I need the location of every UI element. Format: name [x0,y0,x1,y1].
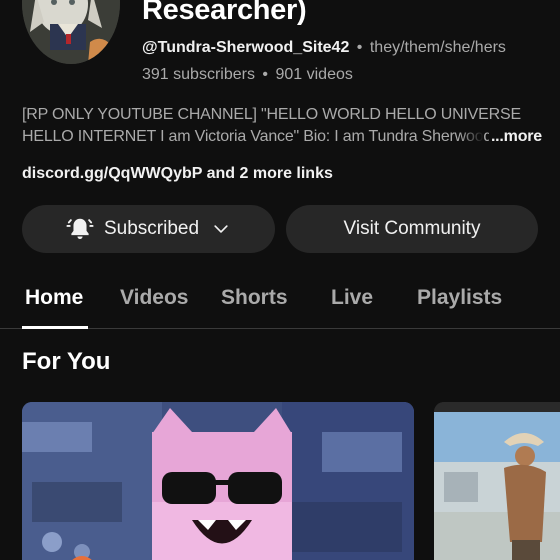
channel-handle: @Tundra-Sherwood_Site42 [142,39,350,56]
description-fade [460,126,484,148]
tab-shorts[interactable]: Shorts [221,286,288,310]
thumbnail-image [22,402,414,560]
subscribed-label: Subscribed [103,218,200,239]
section-title: For You [22,348,111,375]
tab-videos[interactable]: Videos [120,286,188,310]
tab-live[interactable]: Live [331,286,373,310]
subscriber-count: 391 subscribers [142,66,255,83]
channel-avatar[interactable] [22,0,120,64]
chevron-down-icon [214,225,228,233]
description-line: [RP ONLY YOUTUBE CHANNEL] "HELLO WORLD H… [22,106,521,123]
tab-playlists[interactable]: Playlists [417,286,502,310]
channel-links[interactable]: discord.gg/QqWWQybP and 2 more links [22,165,333,183]
thumbnail-image [434,402,560,560]
tab-home[interactable]: Home [25,286,83,310]
channel-description[interactable]: [RP ONLY YOUTUBE CHANNEL] "HELLO WORLD H… [22,104,542,148]
channel-pronouns: they/them/she/hers [369,39,506,56]
channel-stats: 391 subscribers • 901 videos [142,66,353,84]
channel-handle-line: @Tundra-Sherwood_Site42 • they/them/she/… [142,39,506,57]
description-text: HELLO INTERNET I am Victoria Vance" Bio:… [22,128,493,145]
discord-link[interactable]: discord.gg/QqWWQybP [22,165,202,182]
separator-dot: • [356,39,363,56]
channel-name: Researcher) [142,0,307,26]
subscribed-button[interactable]: Subscribed [22,205,275,253]
visit-community-button[interactable]: Visit Community [286,205,538,253]
more-links[interactable]: and 2 more links [207,165,333,182]
video-thumbnail[interactable] [434,402,560,560]
description-line: HELLO INTERNET I am Victoria Vance" Bio:… [22,126,542,148]
more-button[interactable]: ...more [488,126,542,148]
notifications-active-icon [66,218,94,240]
separator-dot: • [262,66,269,83]
channel-tabs: Home Videos Shorts Live Playlists [0,280,560,329]
visit-community-label: Visit Community [343,218,481,239]
active-tab-indicator [22,326,88,329]
avatar-illustration [22,0,120,64]
video-thumbnail[interactable] [22,402,414,560]
video-count: 901 videos [275,66,353,83]
